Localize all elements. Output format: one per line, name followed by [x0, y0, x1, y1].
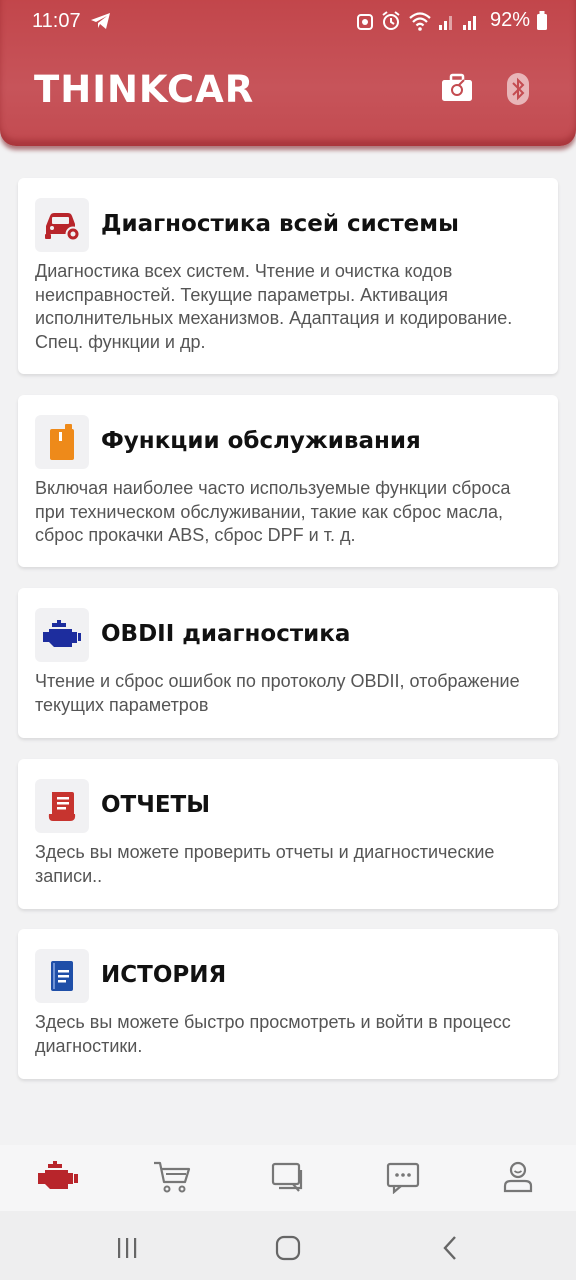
telegram-icon [90, 11, 112, 37]
battery-icon [537, 10, 547, 30]
tab-diagnostics[interactable] [36, 1157, 80, 1197]
bottom-navigation [0, 1145, 576, 1211]
card-description: Диагностика всех систем. Чтение и очистк… [35, 261, 513, 352]
card-description: Здесь вы можете проверить отчеты и диагн… [35, 842, 495, 886]
bluetooth-button[interactable] [506, 72, 542, 108]
card-reports[interactable]: ОТЧЕТЫ Здесь вы можете проверить отчеты … [18, 759, 558, 909]
status-icons: 92% [356, 9, 548, 32]
report-scroll-icon [35, 779, 89, 833]
battery-percent: 92% [489, 9, 530, 31]
cart-icon [154, 1161, 191, 1193]
engine-icon [35, 608, 89, 662]
recent-apps-button[interactable] [107, 1233, 147, 1263]
card-maintenance-functions[interactable]: Функции обслуживания Включая наиболее ча… [18, 395, 558, 567]
card-history[interactable]: ИСТОРИЯ Здесь вы можете быстро просмотре… [18, 929, 558, 1079]
oil-can-icon [35, 415, 89, 469]
alarm-clock-icon [382, 10, 400, 30]
toolbox-icon [442, 73, 472, 101]
card-title: ИСТОРИЯ [101, 962, 227, 988]
toolbox-button[interactable] [440, 72, 476, 108]
card-description: Включая наиболее часто используемые функ… [35, 478, 511, 545]
card-obdii-diagnostics[interactable]: OBDII диагностика Чтение и сброс ошибок … [18, 588, 558, 738]
bluetooth-icon [507, 73, 529, 105]
signal-icon-2 [462, 15, 476, 30]
tab-messages[interactable] [381, 1157, 425, 1197]
back-button[interactable] [430, 1233, 470, 1263]
profile-icon [503, 1161, 533, 1193]
card-description: Здесь вы можете быстро просмотреть и вой… [35, 1012, 511, 1056]
alarm-badge-icon [356, 13, 373, 30]
back-icon [443, 1236, 456, 1260]
status-time: 11:07 [32, 10, 81, 32]
card-title: Функции обслуживания [101, 428, 421, 454]
card-description: Чтение и сброс ошибок по протоколу OBDII… [35, 671, 520, 715]
card-title: OBDII диагностика [101, 621, 351, 647]
engine-tab-icon [38, 1161, 78, 1189]
home-icon [275, 1235, 301, 1261]
chat-icon [271, 1162, 303, 1192]
brand-logo: THINKCAR [34, 68, 255, 111]
home-button[interactable] [268, 1233, 308, 1263]
tab-profile[interactable] [496, 1157, 540, 1197]
signal-icon-1 [438, 15, 452, 30]
app-header: 11:07 92% THINKCAR [0, 0, 576, 146]
status-bar: 11:07 92% [0, 0, 576, 44]
tab-shop[interactable] [150, 1157, 194, 1197]
wifi-icon [409, 11, 431, 31]
history-book-icon [35, 949, 89, 1003]
system-navigation-bar [0, 1211, 576, 1280]
card-title: ОТЧЕТЫ [101, 792, 211, 818]
card-full-system-diagnostics[interactable]: Диагностика всей системы Диагностика все… [18, 178, 558, 374]
car-diagnostic-icon [35, 198, 89, 252]
recent-apps-icon [118, 1238, 137, 1258]
messages-icon [386, 1162, 420, 1194]
tab-chat[interactable] [266, 1157, 310, 1197]
card-title: Диагностика всей системы [101, 211, 459, 237]
